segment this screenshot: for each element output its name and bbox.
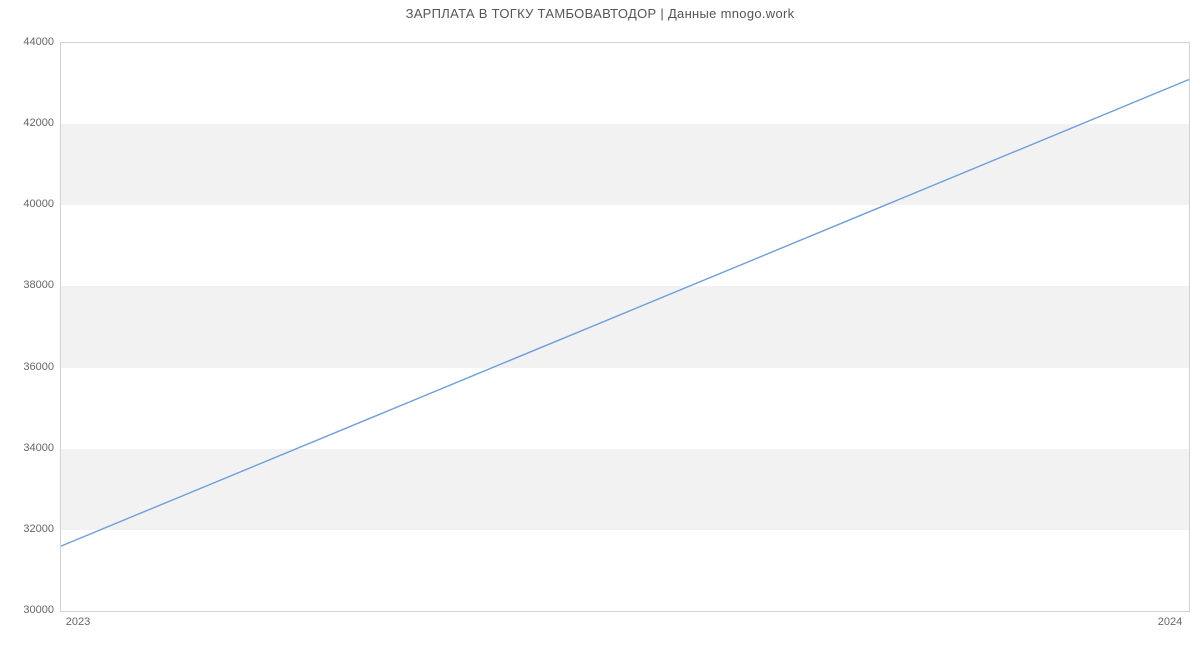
- y-tick-label: 40000: [4, 198, 54, 210]
- y-tick-label: 30000: [4, 604, 54, 616]
- chart-container: ЗАРПЛАТА В ТОГКУ ТАМБОВАВТОДОР | Данные …: [0, 0, 1200, 650]
- y-tick-label: 34000: [4, 442, 54, 454]
- y-tick-label: 42000: [4, 117, 54, 129]
- y-tick-label: 38000: [4, 279, 54, 291]
- x-tick-label: 2023: [66, 616, 90, 628]
- x-tick-label: 2024: [1158, 616, 1182, 628]
- line-series: [61, 43, 1189, 611]
- chart-title: ЗАРПЛАТА В ТОГКУ ТАМБОВАВТОДОР | Данные …: [0, 6, 1200, 21]
- y-tick-label: 36000: [4, 361, 54, 373]
- y-tick-label: 32000: [4, 523, 54, 535]
- plot-area: [60, 42, 1190, 612]
- y-tick-label: 44000: [4, 36, 54, 48]
